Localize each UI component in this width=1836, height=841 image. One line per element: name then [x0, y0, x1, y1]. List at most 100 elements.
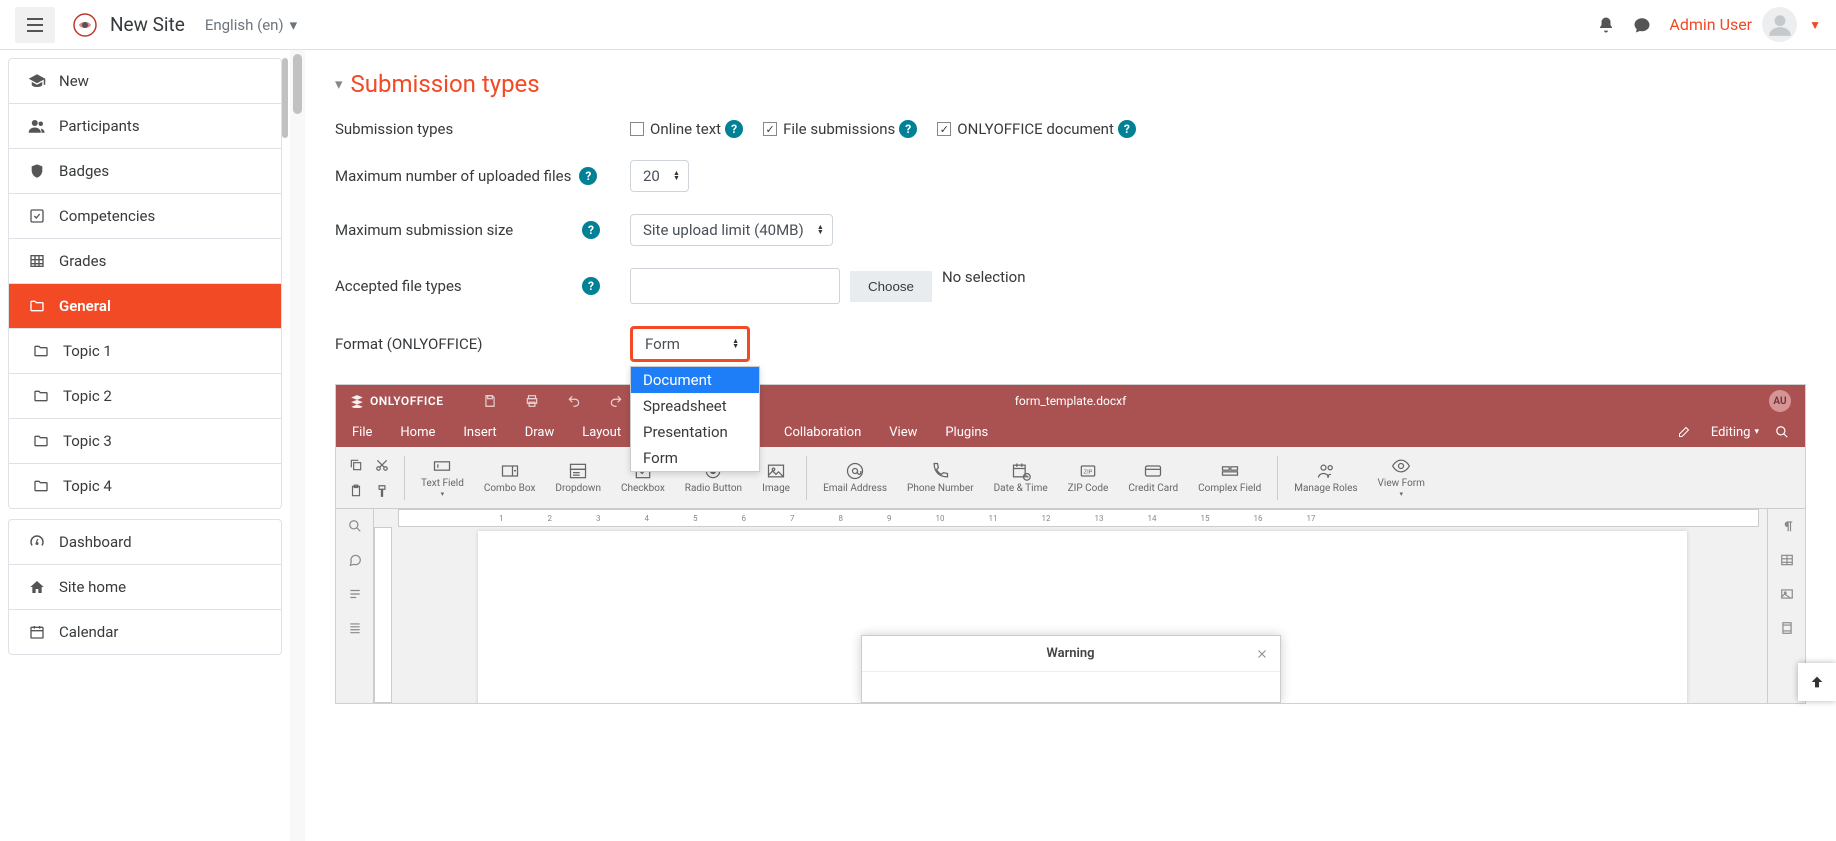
select-caret-icon: ▲▼	[817, 225, 824, 235]
tool-date-time[interactable]: Date & Time	[984, 461, 1058, 495]
sidebar-item-topic-3[interactable]: Topic 3	[9, 419, 281, 464]
editor-comments-icon[interactable]	[348, 553, 362, 567]
online-text-checkbox[interactable]	[630, 122, 644, 136]
tool-combo-box[interactable]: Combo Box	[474, 461, 546, 495]
tool-view-form[interactable]: View Form▾	[1368, 456, 1435, 498]
help-icon[interactable]: ?	[725, 120, 743, 138]
copy-icon[interactable]	[346, 455, 366, 475]
editor-menu-collaboration[interactable]: Collaboration	[784, 425, 861, 440]
sidebar-item-competencies[interactable]: Competencies	[9, 194, 281, 239]
editor-header-footer-icon[interactable]	[1780, 621, 1794, 635]
main-scrollbar-thumb[interactable]	[293, 54, 302, 114]
help-icon[interactable]: ?	[579, 167, 597, 185]
editor-image-icon[interactable]	[1780, 587, 1794, 601]
sidebar-item-grades[interactable]: Grades	[9, 239, 281, 284]
accepted-types-input[interactable]	[630, 268, 840, 304]
sidebar-item-dashboard[interactable]: Dashboard	[9, 520, 281, 565]
format-value: Form	[645, 335, 680, 353]
max-size-label: Maximum submission size	[335, 221, 513, 239]
redo-icon[interactable]	[609, 394, 623, 408]
editor-menu-draw[interactable]: Draw	[525, 425, 555, 440]
editor-menu-insert[interactable]: Insert	[463, 425, 496, 440]
sidebar-item-site-home[interactable]: Site home	[9, 565, 281, 610]
editor-menu-view[interactable]: View	[889, 425, 917, 440]
editor-menu-plugins[interactable]: Plugins	[945, 425, 988, 440]
hamburger-menu[interactable]	[15, 7, 55, 43]
sidebar-item-participants[interactable]: Participants	[9, 104, 281, 149]
sidebar-scrollbar[interactable]	[282, 58, 288, 138]
editor-editing-mode[interactable]: Editing ▾	[1678, 425, 1759, 440]
tool-phone[interactable]: Phone Number	[897, 461, 984, 495]
graduation-cap-icon	[25, 72, 49, 90]
editor-menu-home[interactable]: Home	[400, 425, 435, 440]
tool-text-field[interactable]: Text Field▾	[411, 456, 474, 498]
print-icon[interactable]	[525, 394, 539, 408]
max-files-select[interactable]: 20 ▲▼	[630, 160, 689, 192]
scroll-to-top-button[interactable]	[1798, 663, 1836, 701]
sidebar-item-new[interactable]: New	[9, 59, 281, 104]
format-select[interactable]: Form ▲▼	[630, 326, 750, 362]
accepted-types-label: Accepted file types	[335, 277, 462, 295]
user-menu-caret-icon[interactable]: ▼	[1809, 18, 1821, 32]
editor-menu-layout[interactable]: Layout	[582, 425, 621, 440]
sidebar-item-topic-4[interactable]: Topic 4	[9, 464, 281, 508]
editor-menu-file[interactable]: File	[352, 425, 372, 440]
max-size-select[interactable]: Site upload limit (40MB) ▲▼	[630, 214, 833, 246]
editor-paragraph-icon[interactable]	[1780, 519, 1794, 533]
close-icon[interactable]	[1256, 648, 1268, 660]
onlyoffice-doc-label: ONLYOFFICE document	[957, 120, 1114, 138]
editor-filename: form_template.docxf	[1015, 394, 1127, 408]
notifications-icon[interactable]	[1597, 16, 1615, 34]
file-submissions-checkbox[interactable]	[763, 122, 777, 136]
folder-icon	[25, 298, 49, 314]
section-toggle[interactable]: ▾ Submission types	[335, 70, 1806, 98]
paste-icon[interactable]	[346, 481, 366, 501]
editor-table-icon[interactable]	[1780, 553, 1794, 567]
editor-search-icon[interactable]	[1775, 425, 1789, 439]
help-icon[interactable]: ?	[899, 120, 917, 138]
help-icon[interactable]: ?	[1118, 120, 1136, 138]
onlyoffice-doc-checkbox[interactable]	[937, 122, 951, 136]
sidebar-item-topic-2[interactable]: Topic 2	[9, 374, 281, 419]
format-option-document[interactable]: Document	[631, 367, 759, 393]
tool-email[interactable]: Email Address	[813, 461, 897, 495]
format-option-presentation[interactable]: Presentation	[631, 419, 759, 445]
tool-zip-code[interactable]: ZIPZIP Code	[1058, 461, 1119, 495]
editor-search-icon[interactable]	[348, 519, 362, 533]
sidebar-item-badges[interactable]: Badges	[9, 149, 281, 194]
sidebar-item-general[interactable]: General	[9, 284, 281, 329]
main-scrollbar-track[interactable]	[290, 50, 305, 841]
format-option-form[interactable]: Form	[631, 445, 759, 471]
editor-navigation-icon[interactable]	[348, 621, 362, 635]
onlyoffice-editor: ONLYOFFICE form_template.docxf AU File H…	[335, 384, 1806, 704]
avatar[interactable]	[1762, 7, 1797, 42]
sidebar-item-label: General	[59, 297, 111, 315]
user-name[interactable]: Admin User	[1669, 15, 1752, 34]
sidebar-item-topic-1[interactable]: Topic 1	[9, 329, 281, 374]
svg-text:ZIP: ZIP	[1084, 469, 1093, 475]
site-name[interactable]: New Site	[110, 13, 185, 36]
sidebar-item-label: Competencies	[59, 207, 155, 225]
language-selector[interactable]: English (en) ▾	[205, 16, 297, 34]
sidebar-item-label: Topic 4	[63, 477, 112, 495]
cut-icon[interactable]	[372, 455, 392, 475]
undo-icon[interactable]	[567, 394, 581, 408]
format-option-spreadsheet[interactable]: Spreadsheet	[631, 393, 759, 419]
select-caret-icon: ▲▼	[673, 171, 680, 181]
tool-manage-roles[interactable]: Manage Roles	[1284, 461, 1367, 495]
no-selection-text: No selection	[942, 268, 1026, 286]
tool-complex-field[interactable]: Complex Field	[1188, 461, 1271, 495]
help-icon[interactable]: ?	[582, 277, 600, 295]
save-icon[interactable]	[483, 394, 497, 408]
tachometer-icon	[25, 533, 49, 551]
format-painter-icon[interactable]	[372, 481, 392, 501]
messages-icon[interactable]	[1633, 16, 1651, 34]
tool-credit-card[interactable]: Credit Card	[1118, 461, 1188, 495]
sidebar-item-label: Topic 2	[63, 387, 112, 405]
editor-user-badge[interactable]: AU	[1769, 390, 1791, 412]
editor-headings-icon[interactable]	[348, 587, 362, 601]
choose-button[interactable]: Choose	[850, 271, 932, 302]
tool-dropdown[interactable]: Dropdown	[545, 461, 611, 495]
help-icon[interactable]: ?	[582, 221, 600, 239]
sidebar-item-calendar[interactable]: Calendar	[9, 610, 281, 654]
